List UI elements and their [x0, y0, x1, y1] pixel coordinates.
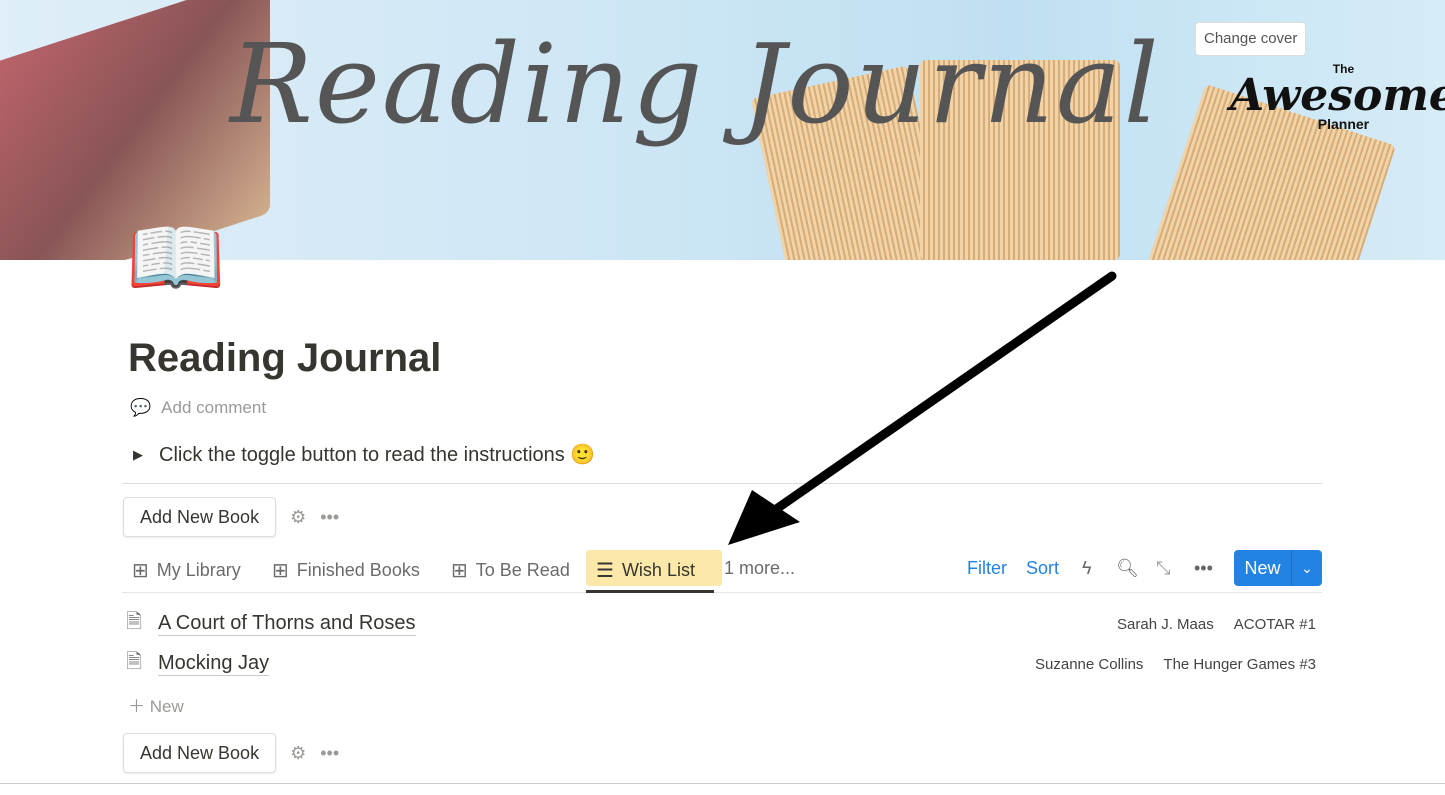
- arrow-shaft: [770, 271, 1117, 515]
- annotation-arrow: [728, 271, 1117, 545]
